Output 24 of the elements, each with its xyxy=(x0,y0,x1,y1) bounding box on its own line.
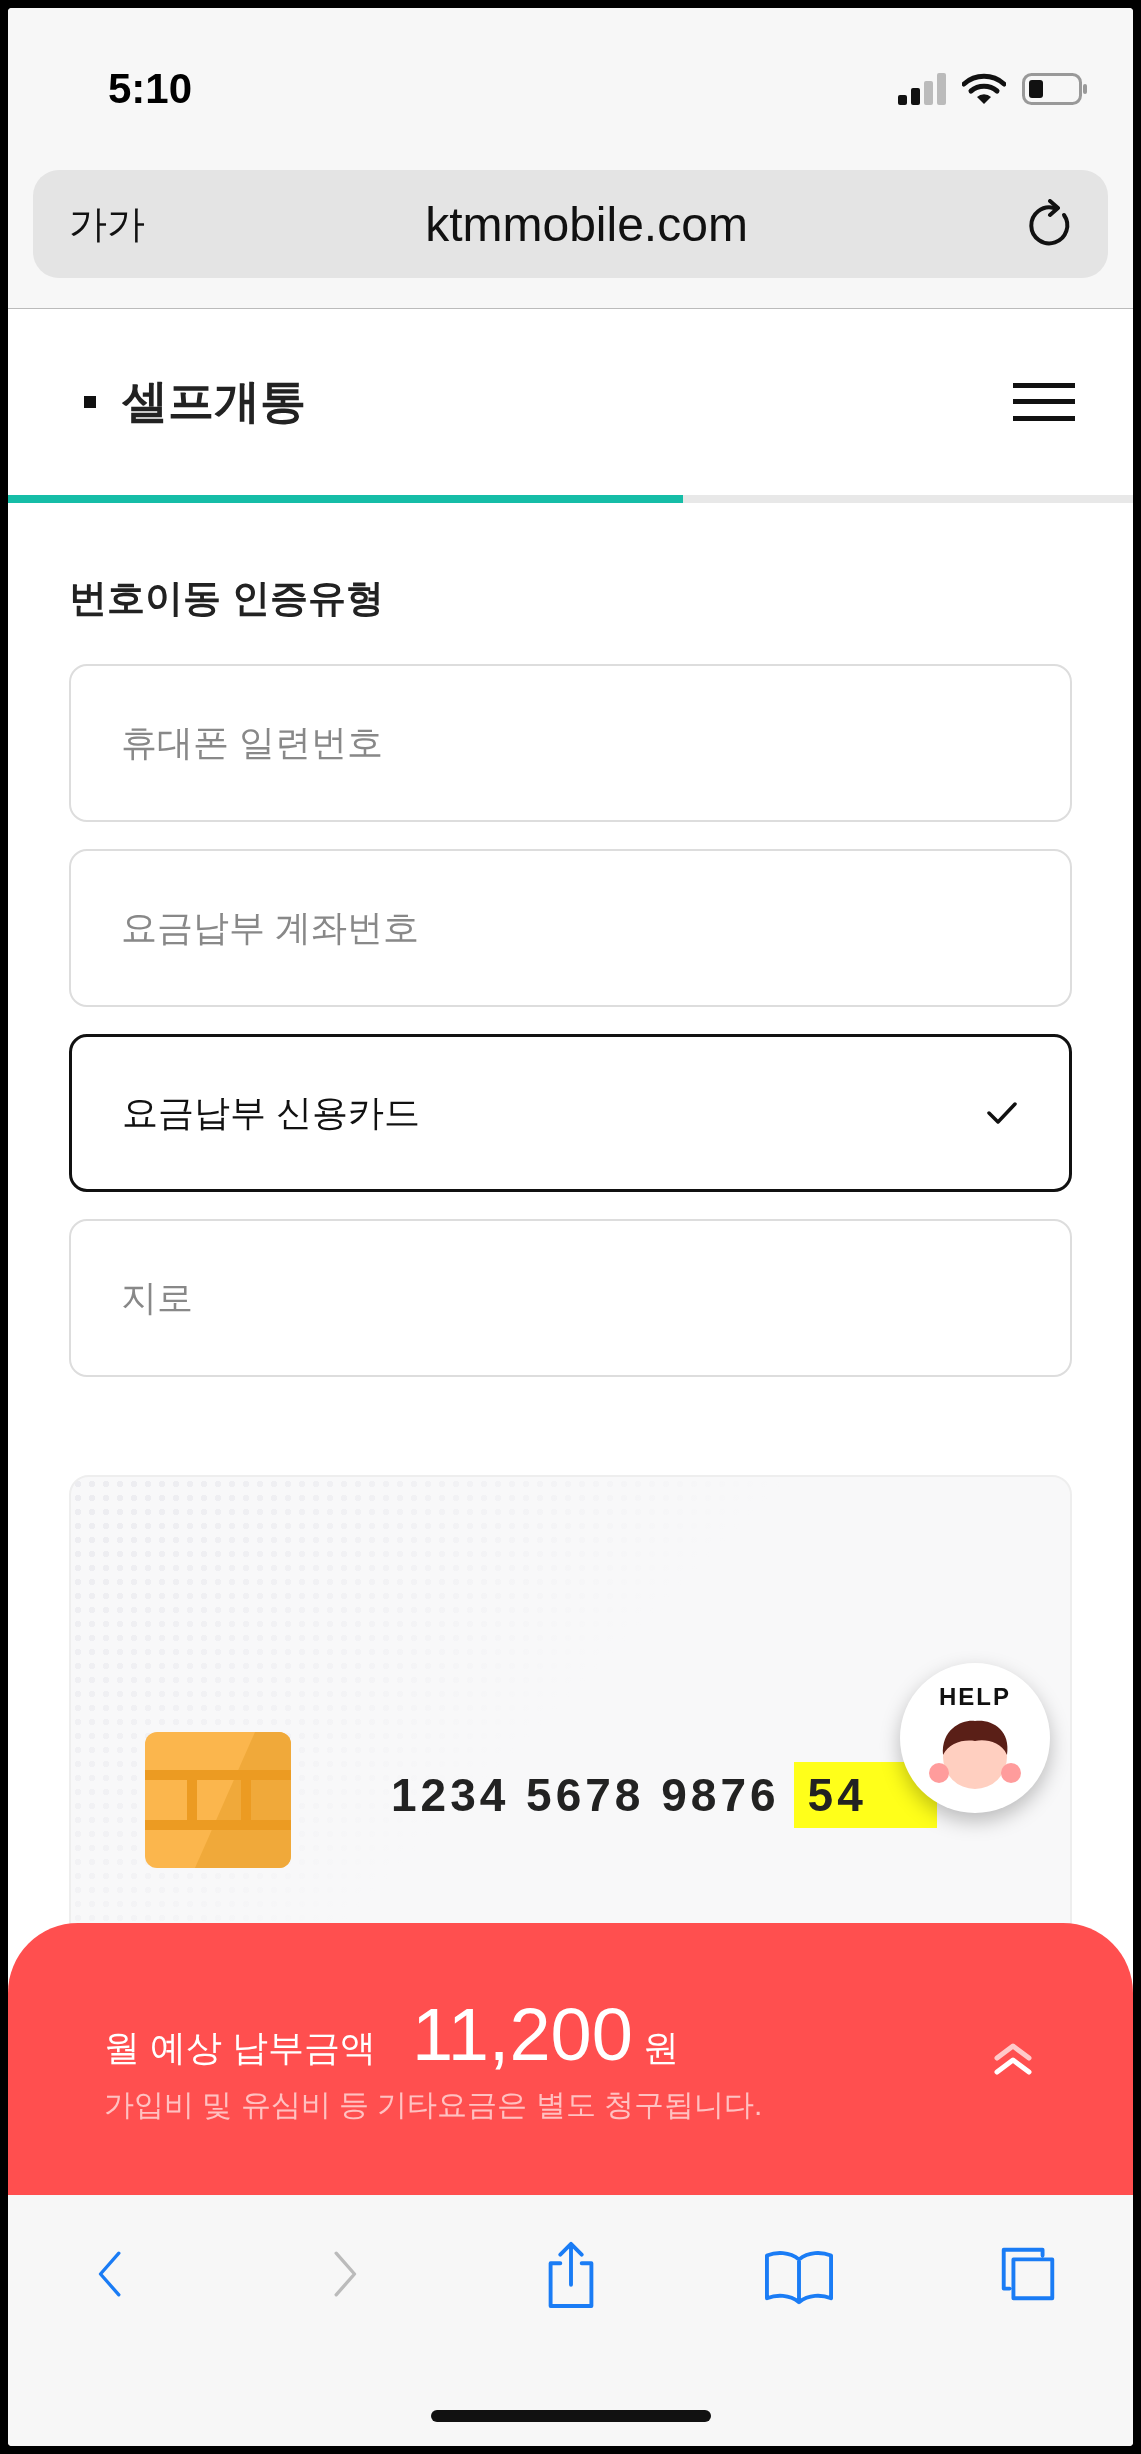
option-button[interactable]: 요금납부 신용카드 xyxy=(69,1034,1072,1192)
bullet-icon xyxy=(84,396,96,408)
menu-icon[interactable] xyxy=(1013,383,1075,421)
signal-icon xyxy=(898,73,946,105)
text-size-button[interactable]: 가가 xyxy=(69,198,145,250)
expand-icon[interactable] xyxy=(993,2042,1033,2076)
payment-note: 가입비 및 유심비 등 기타요금은 별도 청구됩니다. xyxy=(104,2087,763,2123)
section-title: 번호이동 인증유형 xyxy=(69,576,385,621)
page-title: 셀프개통 xyxy=(122,374,306,429)
battery-icon xyxy=(1022,73,1088,105)
url-text: ktmmobile.com xyxy=(424,196,749,252)
check-icon xyxy=(987,1101,1017,1125)
payment-label: 월 예상 납부금액 xyxy=(104,2026,376,2070)
currency-unit: 원 xyxy=(642,2026,679,2070)
payment-amount: 11,200 xyxy=(412,1992,633,2077)
option-button[interactable]: 휴대폰 일련번호 xyxy=(69,664,1072,822)
wifi-icon xyxy=(962,73,1006,105)
card-number: 1234 5678 9876 xyxy=(391,1768,780,1822)
chip-icon xyxy=(145,1732,291,1868)
option-button[interactable]: 요금납부 계좌번호 xyxy=(69,849,1072,1007)
highlighted-digits: 54 xyxy=(793,1762,937,1828)
status-time: 5:10 xyxy=(108,65,193,113)
address-bar[interactable]: 가가 ktmmobile.com xyxy=(33,170,1108,278)
option-button[interactable]: 지로 xyxy=(69,1219,1072,1377)
